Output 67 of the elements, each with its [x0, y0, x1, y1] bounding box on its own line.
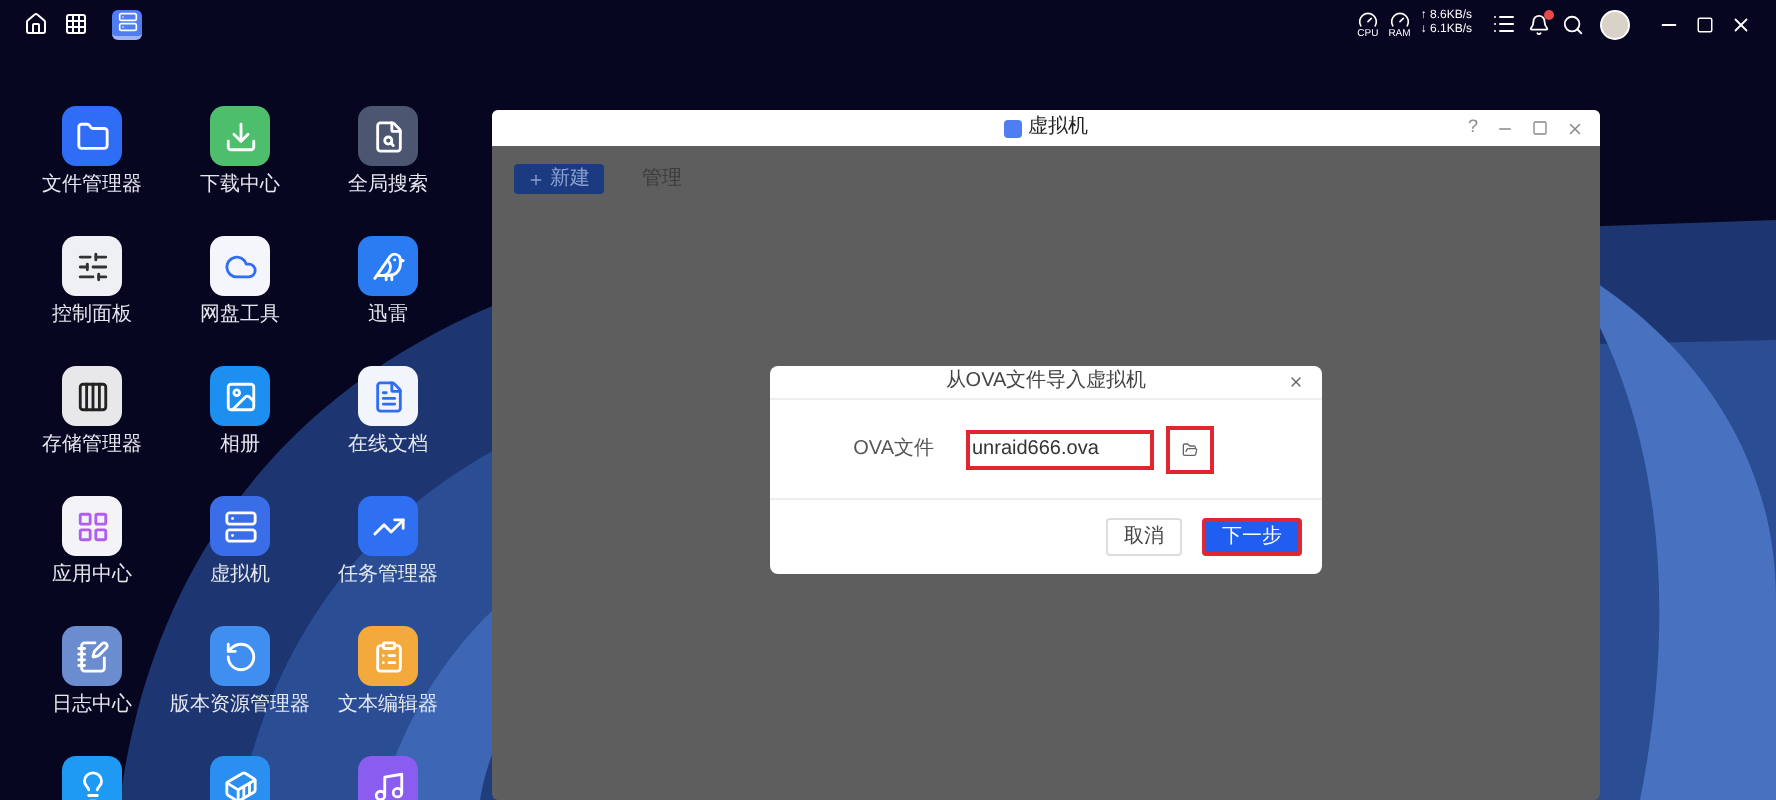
app-icon[interactable] — [358, 106, 418, 166]
app-icon[interactable] — [358, 366, 418, 426]
app-label: 应用中心 — [52, 564, 132, 588]
cancel-button[interactable]: 取消 — [1106, 518, 1182, 556]
app-label: 迅雷 — [368, 304, 408, 328]
image-icon — [223, 379, 257, 413]
storage-icon — [75, 379, 109, 413]
app-label: 文本编辑器 — [338, 694, 438, 718]
plus-icon — [528, 171, 544, 187]
file-input-field[interactable]: unraid666.ova — [966, 429, 1154, 469]
music-icon — [371, 769, 405, 800]
app-icon[interactable] — [210, 106, 270, 166]
sliders-icon — [75, 249, 109, 283]
app-icon[interactable] — [62, 106, 122, 166]
app-label: 在线文档 — [348, 434, 428, 458]
document-icon — [371, 379, 405, 413]
close-icon[interactable] — [1730, 13, 1752, 35]
search-icon — [371, 119, 405, 153]
gauge-icon — [1357, 9, 1378, 29]
app-label: 任务管理器 — [338, 564, 438, 588]
app-label: 控制面板 — [52, 304, 132, 328]
app-label: 版本资源管理器 — [170, 694, 310, 718]
app-icon[interactable] — [210, 626, 270, 686]
notification-icon[interactable] — [1528, 13, 1550, 35]
app-label: 虚拟机 — [210, 564, 270, 588]
app-icon[interactable] — [210, 366, 270, 426]
clipboard-icon — [371, 639, 405, 673]
folder-icon — [1182, 441, 1198, 457]
app-icon[interactable] — [62, 366, 122, 426]
restore-icon — [223, 639, 257, 673]
search-icon[interactable] — [1562, 13, 1584, 35]
app-icon[interactable] — [62, 756, 122, 800]
next-button[interactable]: 下一步 — [1202, 518, 1302, 556]
app-icon[interactable] — [210, 756, 270, 800]
gauge-icon — [1389, 9, 1410, 29]
app-label: 全局搜索 — [348, 174, 428, 198]
app-icon[interactable] — [358, 236, 418, 296]
container-icon — [223, 769, 257, 800]
browse-button[interactable] — [1166, 425, 1214, 473]
dialog-title: 从OVA文件导入虚拟机 — [945, 370, 1147, 394]
bird-icon — [371, 249, 405, 283]
app-icon[interactable] — [358, 626, 418, 686]
app-icon[interactable] — [62, 496, 122, 556]
field-label: OVA文件 — [851, 435, 934, 464]
app-icon[interactable] — [62, 626, 122, 686]
app-icon[interactable] — [210, 236, 270, 296]
app-label: 相册 — [220, 434, 260, 458]
app-label: 下载中心 — [200, 174, 280, 198]
app-label: 存储管理器 — [42, 434, 142, 458]
app-icon[interactable] — [210, 496, 270, 556]
app-label: 网盘工具 — [200, 304, 280, 328]
home-icon[interactable] — [24, 12, 48, 36]
window-app-icon — [1004, 119, 1022, 137]
notebook-icon — [75, 639, 109, 673]
window-title: 虚拟机 — [1028, 116, 1088, 140]
app-label: 文件管理器 — [42, 174, 142, 198]
folder-icon — [75, 119, 109, 153]
apps-icon — [75, 509, 109, 543]
new-button[interactable]: 新建 — [514, 164, 604, 194]
apps-grid-icon[interactable] — [64, 12, 88, 36]
server-icon — [223, 509, 257, 543]
help-button[interactable]: ? — [1467, 114, 1478, 142]
taskbar-app[interactable] — [112, 9, 142, 39]
app-icon[interactable] — [62, 236, 122, 296]
download-icon — [223, 119, 257, 153]
app-icon[interactable] — [358, 496, 418, 556]
app-label: 日志中心 — [52, 694, 132, 718]
